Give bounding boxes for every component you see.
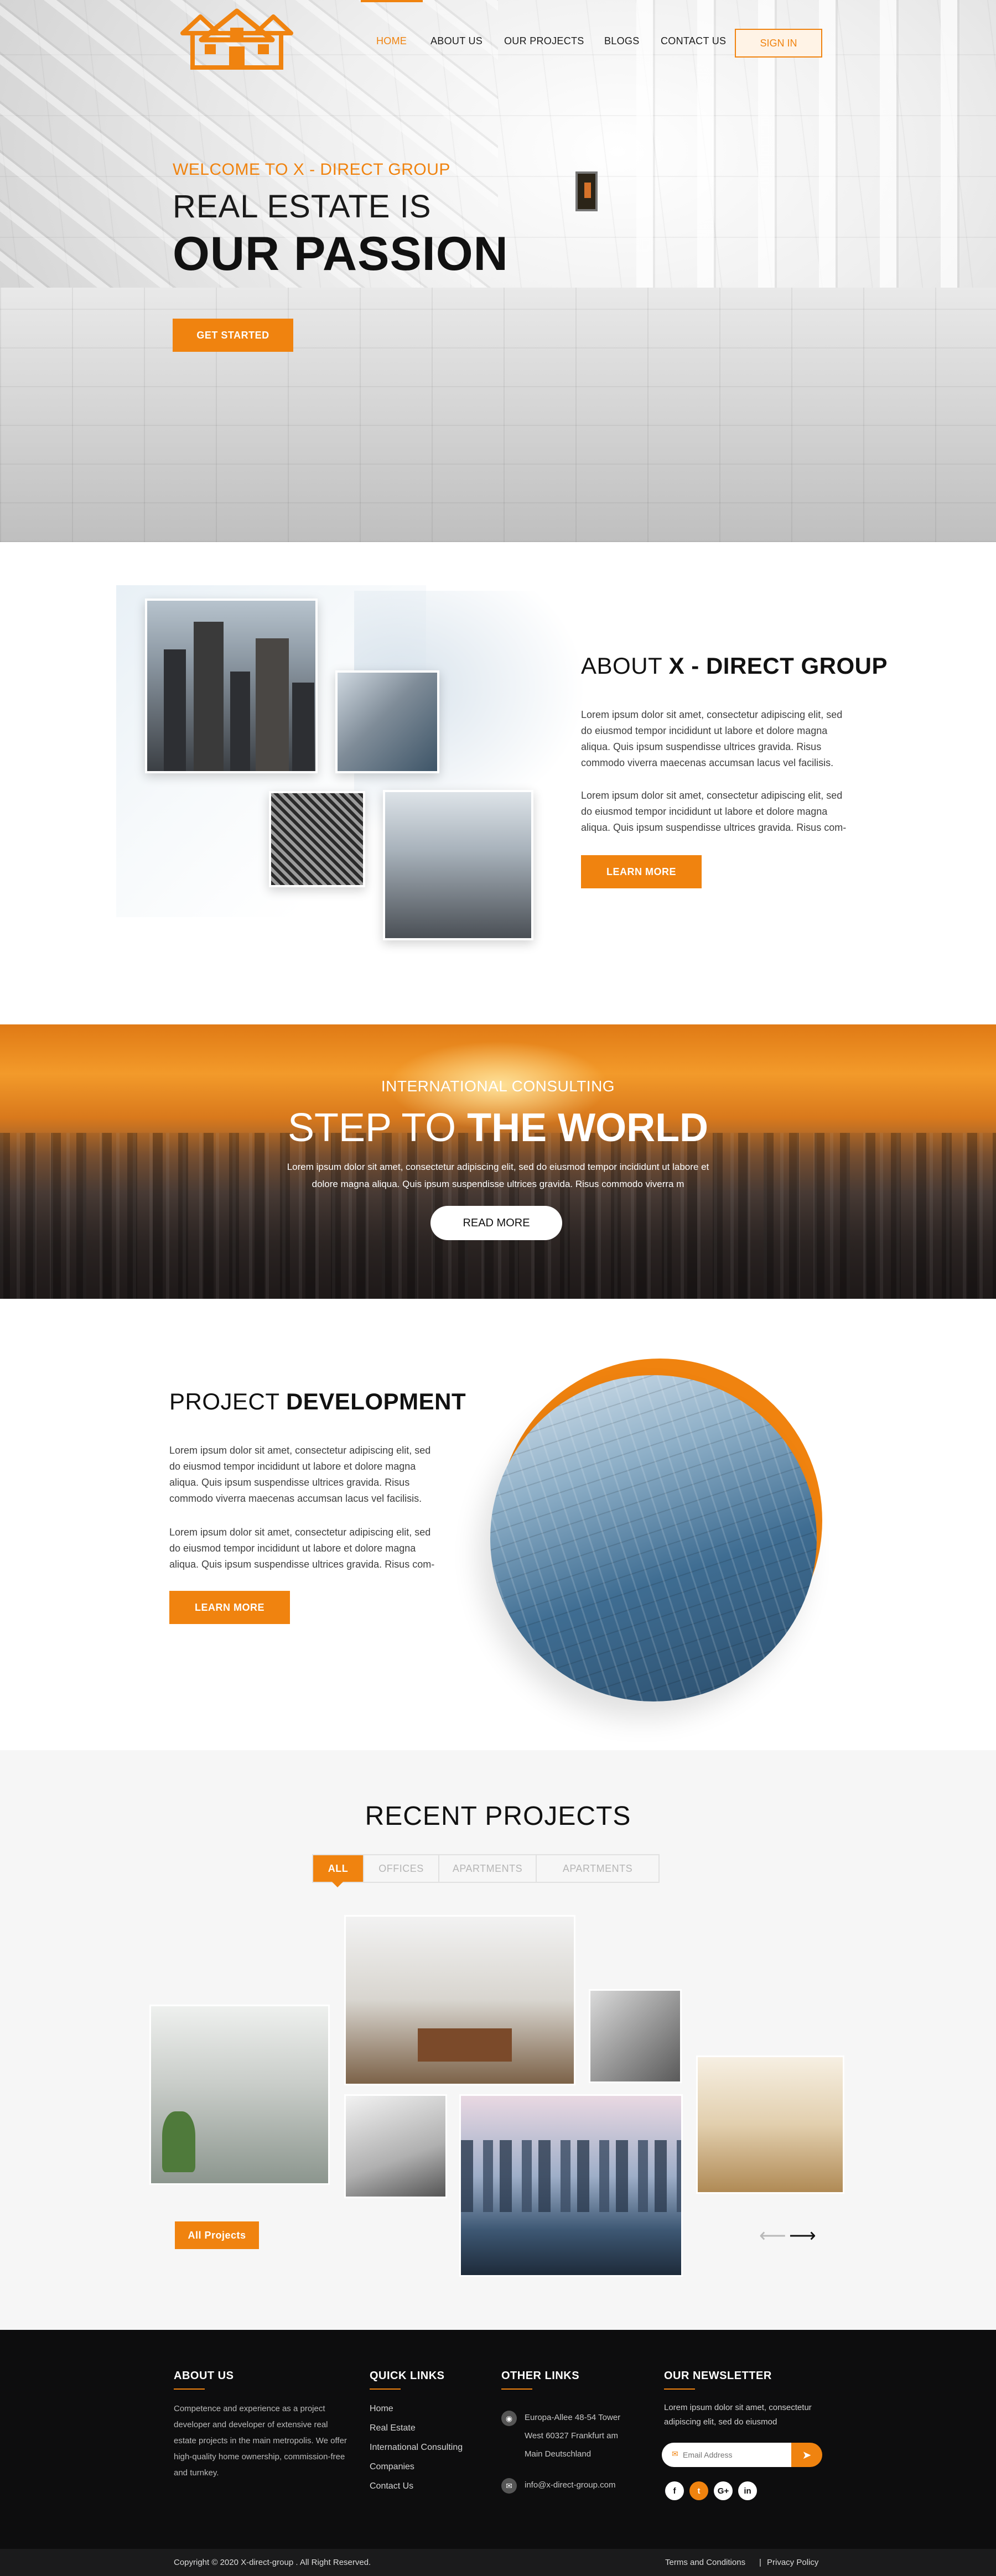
arrow-right-icon[interactable]: ⟶: [789, 2226, 816, 2245]
nav-our-projects[interactable]: OUR PROJECTS: [504, 35, 584, 47]
footer-other-links-title: OTHER LINKS: [501, 2370, 580, 2382]
project-dev-paragraph-1: Lorem ipsum dolor sit amet, consectetur …: [169, 1445, 431, 1504]
send-plane-icon[interactable]: ➤: [791, 2443, 822, 2467]
footer-link-home[interactable]: Home: [370, 2404, 393, 2414]
terms-link[interactable]: Terms and Conditions: [665, 2558, 745, 2567]
footer-other-links-underline: [501, 2388, 532, 2390]
footer-about-title: ABOUT US: [174, 2370, 234, 2382]
footer-link-contact-us[interactable]: Contact Us: [370, 2481, 413, 2491]
project-image-lounge[interactable]: [344, 1915, 575, 2085]
envelope-icon: ✉: [672, 2449, 678, 2458]
footer-address-line-2: West 60327 Frankfurt am: [525, 2431, 618, 2440]
about-photo-skyscrapers: [145, 599, 318, 773]
facebook-icon[interactable]: f: [665, 2481, 684, 2500]
arrow-left-icon[interactable]: ⟵: [759, 2226, 786, 2245]
get-started-button[interactable]: GET STARTED: [173, 319, 293, 352]
newsletter-text: Lorem ipsum dolor sit amet, consectetur …: [664, 2403, 812, 2427]
about-title-light: ABOUT: [581, 653, 662, 679]
about-paragraph-1: Lorem ipsum dolor sit amet, consectetur …: [581, 709, 843, 768]
hero-heading-line2: OUR PASSION: [173, 227, 509, 280]
project-dev-title-light: PROJECT: [169, 1388, 279, 1414]
about-paragraph-2: Lorem ipsum dolor sit amet, consectetur …: [581, 790, 847, 833]
footer-about-text: Competence and experience as a project d…: [174, 2404, 347, 2478]
project-dev-paragraph-2: Lorem ipsum dolor sit amet, consectetur …: [169, 1527, 435, 1570]
project-image-skyline[interactable]: [459, 2094, 683, 2277]
envelope-icon: ✉: [501, 2478, 517, 2494]
hero-doorway: [575, 171, 598, 211]
about-photo-glass-tower: [335, 670, 439, 773]
sign-in-button[interactable]: SIGN IN: [735, 29, 822, 58]
legal-separator: |: [759, 2558, 761, 2567]
nav-blogs[interactable]: BLOGS: [604, 35, 640, 47]
project-image-stairs[interactable]: [589, 1989, 682, 2083]
footer-address-line-3: Main Deutschland: [525, 2449, 592, 2459]
about-photo-steel-structure: [269, 791, 365, 887]
twitter-icon[interactable]: t: [689, 2481, 708, 2500]
copyright-text: Copyright © 2020 X-direct-group . All Ri…: [174, 2558, 371, 2567]
hero-floor-tiles: [0, 288, 996, 542]
newsletter-email-input[interactable]: [662, 2443, 792, 2467]
footer-address-line-1: Europa-Allee 48-54 Tower: [525, 2413, 621, 2422]
footer-address: Europa-Allee 48-54 Tower West 60327 Fran…: [525, 2408, 620, 2463]
nav-about-us[interactable]: ABOUT US: [430, 35, 483, 47]
nav-contact-us[interactable]: CONTACT US: [661, 35, 726, 47]
footer-link-international-consulting[interactable]: International Consulting: [370, 2443, 463, 2453]
footer-about-underline: [174, 2388, 205, 2390]
tab-offices[interactable]: OFFICES: [364, 1855, 439, 1882]
about-title-bold: X - DIRECT GROUP: [668, 653, 888, 679]
footer: [0, 2330, 996, 2553]
consulting-text: Lorem ipsum dolor sit amet, consectetur …: [287, 1162, 709, 1189]
nav-home[interactable]: HOME: [376, 35, 407, 47]
tab-all[interactable]: ALL: [313, 1855, 364, 1882]
google-plus-icon[interactable]: G+: [714, 2481, 733, 2500]
footer-newsletter-underline: [664, 2388, 695, 2390]
consulting-title-bold: THE WORLD: [467, 1106, 709, 1150]
project-image-office[interactable]: [149, 2005, 330, 2185]
hero-welcome: WELCOME TO X - DIRECT GROUP: [173, 160, 450, 179]
footer-link-real-estate[interactable]: Real Estate: [370, 2423, 416, 2433]
tab-active-pointer: [332, 1882, 343, 1887]
footer-quick-links-underline: [370, 2388, 401, 2390]
about-learn-more-button[interactable]: LEARN MORE: [581, 855, 702, 888]
footer-quick-links-title: QUICK LINKS: [370, 2370, 445, 2382]
linkedin-icon[interactable]: in: [738, 2481, 757, 2500]
project-image-meeting-room[interactable]: [696, 2055, 844, 2194]
project-filter-tabs: ALL OFFICES APARTMENTS APARTMENTS: [312, 1854, 660, 1883]
tab-apartments-2[interactable]: APARTMENTS: [537, 1855, 658, 1882]
consulting-subtitle: INTERNATIONAL CONSULTING: [381, 1078, 615, 1095]
about-title: ABOUT X - DIRECT GROUP: [581, 653, 888, 679]
footer-bottom-bar: [0, 2549, 996, 2576]
project-dev-skyscraper-photo: [490, 1375, 817, 1701]
consulting-title: STEP TO THE WORLD: [0, 1105, 996, 1151]
footer-newsletter-title: OUR NEWSLETTER: [664, 2370, 772, 2382]
tab-apartments[interactable]: APARTMENTS: [439, 1855, 537, 1882]
house-logo-icon[interactable]: [176, 8, 298, 72]
project-image-staircase[interactable]: [344, 2094, 447, 2198]
hero-heading-line1: REAL ESTATE IS: [173, 189, 432, 225]
privacy-link[interactable]: Privacy Policy: [767, 2558, 818, 2567]
footer-link-companies[interactable]: Companies: [370, 2462, 414, 2472]
footer-email-link[interactable]: info@x-direct-group.com: [525, 2480, 615, 2490]
all-projects-button[interactable]: All Projects: [175, 2221, 259, 2249]
about-photo-city: [383, 790, 533, 940]
location-pin-icon: ◉: [501, 2411, 517, 2426]
nav-active-indicator: [361, 0, 423, 2]
recent-projects-title: RECENT PROJECTS: [365, 1802, 631, 1831]
project-dev-title: PROJECT DEVELOPMENT: [169, 1388, 466, 1415]
project-dev-title-bold: DEVELOPMENT: [286, 1388, 466, 1414]
project-dev-learn-more-button[interactable]: LEARN MORE: [169, 1591, 290, 1624]
read-more-button[interactable]: READ MORE: [430, 1206, 562, 1240]
consulting-title-light: STEP TO: [287, 1106, 456, 1150]
